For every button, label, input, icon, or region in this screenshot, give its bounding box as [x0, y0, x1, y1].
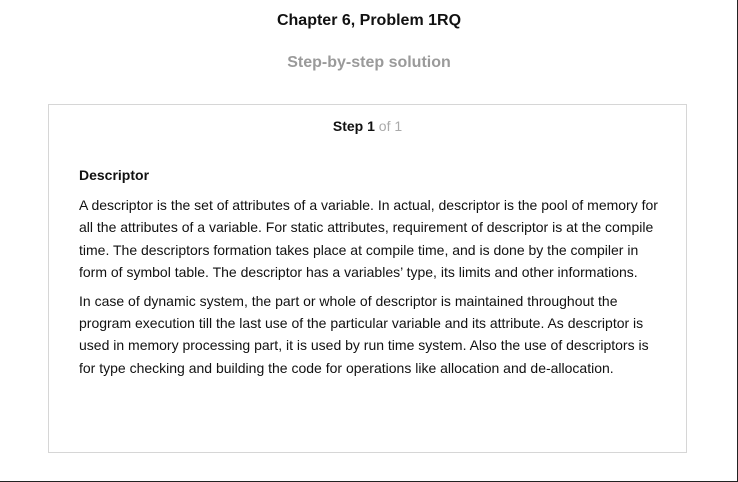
step-current-number: 1 [367, 118, 375, 134]
step-total: of 1 [378, 118, 403, 134]
page-title: Chapter 6, Problem 1RQ [276, 12, 462, 29]
step-content: Descriptor A descriptor is the set of at… [79, 166, 663, 385]
solution-subtitle: Step-by-step solution [287, 54, 451, 71]
paragraph-1: A descriptor is the set of attributes of… [79, 197, 658, 281]
section-heading: Descriptor [79, 167, 150, 183]
step-indicator: Step 1 of 1 [49, 118, 686, 134]
step-label: Step [332, 118, 364, 134]
step-card: Step 1 of 1 Descriptor A descriptor is t… [48, 104, 687, 453]
paragraph-2: In case of dynamic system, the part or w… [79, 292, 649, 376]
